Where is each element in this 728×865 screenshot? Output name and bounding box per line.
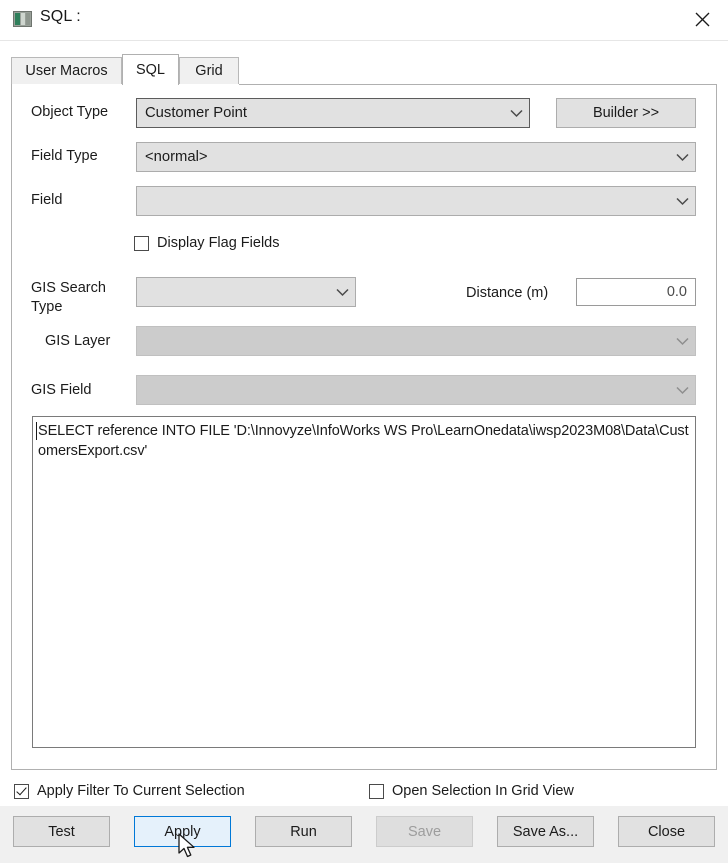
- field-type-value: <normal>: [145, 149, 208, 165]
- apply-button[interactable]: Apply: [134, 816, 231, 847]
- display-flag-fields-label: Display Flag Fields: [157, 235, 280, 251]
- sql-editor-text: SELECT reference INTO FILE 'D:\Innovyze\…: [38, 423, 689, 459]
- distance-label: Distance (m): [466, 285, 549, 301]
- apply-filter-label: Apply Filter To Current Selection: [37, 783, 245, 799]
- gis-layer-combobox[interactable]: [136, 326, 696, 356]
- title-bar: SQL :: [0, 0, 728, 41]
- chevron-down-icon: [669, 153, 695, 162]
- chevron-down-icon: [669, 197, 695, 206]
- builder-button[interactable]: Builder >>: [556, 98, 696, 128]
- distance-input[interactable]: 0.0: [576, 278, 696, 306]
- object-type-value: Customer Point: [145, 105, 247, 121]
- tab-user-macros-label: User Macros: [25, 63, 108, 79]
- apply-filter-checkbox[interactable]: Apply Filter To Current Selection: [14, 783, 245, 799]
- window-title: SQL :: [40, 8, 81, 25]
- tab-grid[interactable]: Grid: [179, 57, 239, 84]
- distance-value: 0.0: [666, 284, 687, 300]
- run-button[interactable]: Run: [255, 816, 352, 847]
- save-as-button-label: Save As...: [512, 823, 579, 840]
- checkbox-box: [369, 783, 384, 799]
- save-button[interactable]: Save: [376, 816, 473, 847]
- object-type-combobox[interactable]: Customer Point: [136, 98, 530, 128]
- tab-strip: User Macros SQL Grid: [11, 54, 717, 85]
- sql-window-icon: [13, 11, 32, 27]
- apply-button-label: Apply: [164, 823, 201, 840]
- close-button[interactable]: Close: [618, 816, 715, 847]
- test-button[interactable]: Test: [13, 816, 110, 847]
- gis-search-type-combobox[interactable]: [136, 277, 356, 307]
- chevron-down-icon: [329, 288, 355, 297]
- field-combobox[interactable]: [136, 186, 696, 216]
- chevron-down-icon: [669, 386, 695, 395]
- panel-top-border-right: [239, 84, 717, 85]
- test-button-label: Test: [48, 823, 75, 840]
- gis-layer-label: GIS Layer: [45, 333, 111, 349]
- checkbox-box: [134, 235, 149, 251]
- tab-grid-label: Grid: [195, 63, 223, 79]
- text-caret: [36, 422, 37, 440]
- tab-sql-label: SQL: [135, 62, 165, 78]
- field-label: Field: [31, 192, 63, 208]
- open-in-grid-checkbox[interactable]: Open Selection In Grid View: [369, 783, 574, 799]
- tab-user-macros[interactable]: User Macros: [11, 57, 122, 84]
- gis-field-label: GIS Field: [31, 382, 92, 398]
- gis-field-combobox[interactable]: [136, 375, 696, 405]
- object-type-label: Object Type: [31, 104, 109, 120]
- save-as-button[interactable]: Save As...: [497, 816, 594, 847]
- close-button-label: Close: [647, 823, 686, 840]
- open-in-grid-label: Open Selection In Grid View: [392, 783, 574, 799]
- checkbox-box: [14, 783, 29, 799]
- sql-editor[interactable]: SELECT reference INTO FILE 'D:\Innovyze\…: [32, 416, 696, 748]
- field-type-label: Field Type: [31, 148, 98, 164]
- run-button-label: Run: [290, 823, 317, 840]
- display-flag-fields-checkbox[interactable]: Display Flag Fields: [134, 235, 280, 251]
- gis-search-type-label: GIS Search Type: [31, 280, 106, 315]
- builder-button-label: Builder >>: [592, 105, 660, 121]
- chevron-down-icon: [669, 337, 695, 346]
- save-button-label: Save: [407, 823, 442, 840]
- close-icon[interactable]: [676, 0, 728, 38]
- tab-sql[interactable]: SQL: [122, 54, 179, 85]
- field-type-combobox[interactable]: <normal>: [136, 142, 696, 172]
- chevron-down-icon: [503, 109, 529, 118]
